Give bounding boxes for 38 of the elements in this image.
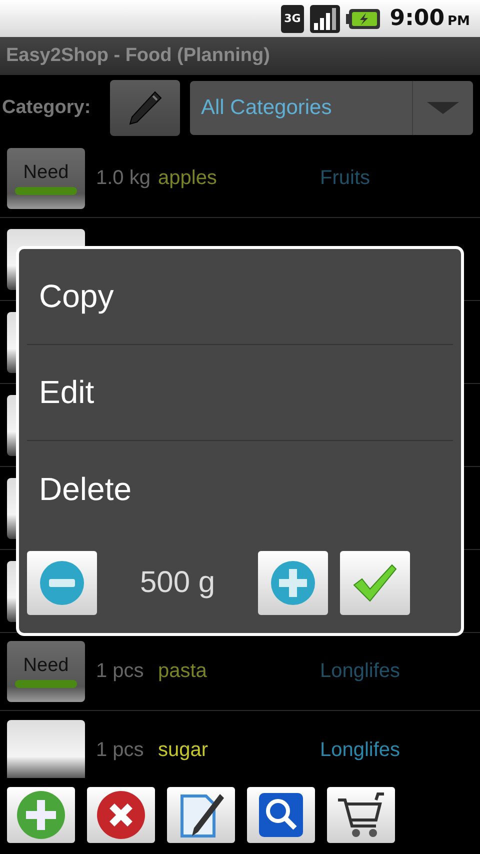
clock-time: 9:00 [390,6,445,31]
plus-icon [16,790,66,840]
item-name: apples [158,167,218,190]
edit-category-button[interactable] [110,80,180,136]
menu-item[interactable]: Delete [27,441,453,537]
cart-button[interactable] [327,787,395,843]
battery-icon [346,8,380,28]
category-label: Category: [2,96,92,118]
item-name: pasta [158,660,208,683]
item-quantity: 1.0 kg [96,167,152,190]
add-button[interactable] [7,787,75,843]
item-category: Fruits [320,167,370,190]
cart-icon [336,792,386,838]
checkmark-icon [352,563,398,603]
plus-icon [270,560,316,606]
close-icon [96,790,146,840]
network-icon: 3G [281,4,304,32]
search-button[interactable] [247,787,315,843]
edit-list-button[interactable] [167,787,235,843]
clock-period: PM [448,14,470,28]
decrease-button[interactable] [27,551,97,615]
amount-value: 500 g [138,566,216,600]
item-category: Longlifes [320,660,400,683]
menu-item[interactable]: Copy [27,249,453,345]
signal-icon [310,4,340,32]
search-icon [258,792,304,838]
item-quantity: 1 pcs [96,660,145,683]
item-quantity: 1 pcs [96,738,145,762]
delete-button[interactable] [87,787,155,843]
minus-icon [39,560,85,606]
dropdown-arrow-icon [427,102,459,114]
item-name: sugar [158,738,210,762]
menu-item[interactable]: Edit [27,345,453,441]
confirm-button[interactable] [340,551,410,615]
window-title: Easy2Shop - Food (Planning) [6,45,270,67]
need-toggle[interactable] [7,720,85,778]
increase-button[interactable] [258,551,328,615]
item-category: Longlifes [320,738,400,762]
